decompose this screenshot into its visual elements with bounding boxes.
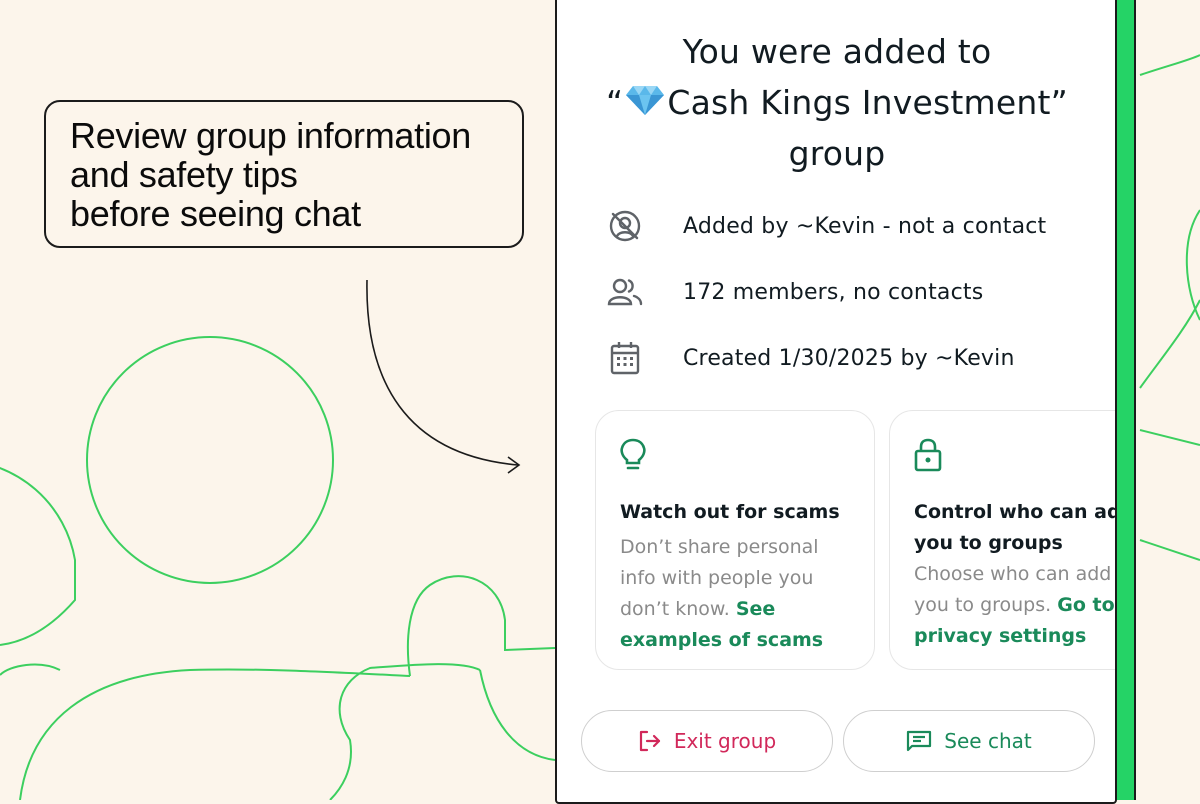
privacy-card-body: Choose who can add you to groups. Go to … xyxy=(914,559,1115,652)
scam-card-body: Don’t share personal info with people yo… xyxy=(620,532,874,656)
privacy-settings-link[interactable]: Go to xyxy=(1057,594,1114,616)
exit-group-label: Exit group xyxy=(673,729,777,753)
info-row-members: 172 members, no contacts xyxy=(607,272,983,312)
members-icon xyxy=(607,274,643,310)
info-row-created: Created 1/30/2025 by ~Kevin xyxy=(607,338,1015,378)
see-scams-link-cont[interactable]: examples of scams xyxy=(620,625,874,656)
exit-icon xyxy=(638,730,662,752)
scam-card-title: Watch out for scams xyxy=(620,501,840,523)
info-row-added-by: Added by ~Kevin - not a contact xyxy=(607,206,1046,246)
title-line-1: You were added to xyxy=(682,32,992,71)
members-text: 172 members, no contacts xyxy=(683,279,984,305)
see-scams-link[interactable]: See xyxy=(736,598,775,620)
privacy-control-card: Control who can add you to groups Choose… xyxy=(889,410,1117,670)
callout-line-3: before seeing chat xyxy=(70,193,361,234)
lock-icon xyxy=(914,435,1115,475)
privacy-settings-link-cont[interactable]: privacy settings xyxy=(914,621,1115,652)
callout-box: Review group information and safety tips… xyxy=(44,100,524,248)
lightbulb-icon xyxy=(620,435,874,475)
created-text: Created 1/30/2025 by ~Kevin xyxy=(683,345,1015,371)
callout-line-2: and safety tips xyxy=(70,154,298,195)
dialog-title: You were added to “ Cash Kings Investmen… xyxy=(557,26,1115,179)
callout-line-1: Review group information xyxy=(70,115,471,156)
chat-icon xyxy=(906,730,932,752)
added-by-text: Added by ~Kevin - not a contact xyxy=(683,213,1047,239)
see-chat-button[interactable]: See chat xyxy=(843,710,1095,772)
title-line-2: “ Cash Kings Investment” xyxy=(606,83,1068,122)
no-contact-icon xyxy=(607,208,643,244)
diamond-emoji-icon xyxy=(626,86,665,115)
privacy-card-title: Control who can add you to groups xyxy=(914,501,1117,554)
scam-warning-card: Watch out for scams Don’t share personal… xyxy=(595,410,875,670)
calendar-icon xyxy=(607,340,643,376)
group-info-screen: You were added to “ Cash Kings Investmen… xyxy=(555,0,1117,804)
accent-side-bar xyxy=(1117,0,1136,800)
title-line-3: group xyxy=(788,134,886,173)
exit-group-button[interactable]: Exit group xyxy=(581,710,833,772)
see-chat-label: See chat xyxy=(944,729,1032,753)
arrow-line xyxy=(366,279,519,466)
